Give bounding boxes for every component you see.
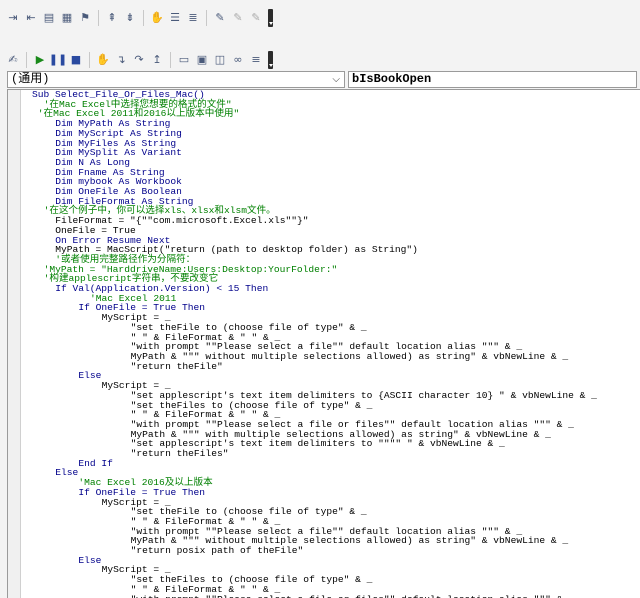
code-line[interactable]: "return theFiles" (32, 449, 597, 459)
toolbar-divider (143, 10, 144, 26)
call-stack-icon[interactable]: ≡ (249, 53, 263, 67)
code-line[interactable]: End If (32, 459, 597, 469)
break-icon[interactable]: ❚❚ (49, 53, 67, 67)
toolbar-divider (206, 10, 207, 26)
code-line[interactable]: "return theFile" (32, 361, 597, 372)
step-out-icon[interactable]: ↥ (150, 53, 164, 67)
outdent-icon[interactable]: ⇤ (24, 11, 38, 25)
object-combo[interactable]: (通用) ⌵ (7, 71, 345, 88)
debug-toolbar: ✍ ▶ ❚❚ ■ ✋ ↴ ↷ ↥ ▭ ▣ ◫ ∞ ≡ (0, 49, 640, 71)
object-combo-value: (通用) (11, 72, 50, 86)
code-line[interactable]: "set theFile to (choose file of type" & … (32, 323, 597, 333)
immediate-window-icon[interactable]: ▣ (195, 53, 209, 67)
indent-icon[interactable]: ⇥ (6, 11, 20, 25)
toolbar-options-icon[interactable] (268, 51, 273, 69)
prev-bookmark-icon[interactable]: ⇞ (105, 11, 119, 25)
toolbar-divider (89, 52, 90, 68)
design-mode-icon[interactable]: ✍ (6, 53, 20, 67)
chevron-down-icon[interactable]: ⌵ (332, 72, 340, 87)
watch-window-icon[interactable]: ◫ (213, 53, 227, 67)
code-line[interactable]: "return posix path of theFile" (32, 546, 597, 556)
toolbar-options-icon[interactable] (268, 9, 273, 27)
code-line[interactable]: "set theFile to (choose file of type" & … (32, 507, 597, 517)
step-over-icon[interactable]: ✎ (249, 11, 263, 25)
toggle-breakpoint-icon[interactable]: ✎ (213, 11, 227, 25)
quick-watch-icon[interactable]: ∞ (231, 53, 245, 67)
breakpoint-icon[interactable]: ✋ (96, 53, 110, 67)
procedure-combo-value: bIsBookOpen (352, 72, 432, 86)
margin-indicator-bar[interactable] (8, 90, 21, 598)
code-line[interactable]: "with prompt ""Please select a file or f… (32, 594, 597, 598)
procedure-combo[interactable]: bIsBookOpen (348, 71, 637, 88)
list-constants-icon[interactable]: ≣ (186, 11, 200, 25)
step-icon[interactable]: ✎ (231, 11, 245, 25)
edit-toolbar: ⇥ ⇤ ▤ ▦ ⚑ ⇞ ⇟ ✋ ☰ ≣ ✎ ✎ ✎ (0, 7, 640, 29)
code-line[interactable]: "set theFiles to (choose file of type" &… (32, 400, 597, 411)
run-icon[interactable]: ▶ (33, 53, 47, 67)
bookmark-icon[interactable]: ⚑ (78, 11, 92, 25)
step-into-icon[interactable]: ↴ (114, 53, 128, 67)
list-properties-icon[interactable]: ☰ (168, 11, 182, 25)
toolbar-divider (26, 52, 27, 68)
locals-window-icon[interactable]: ▭ (177, 53, 191, 67)
uncomment-icon[interactable]: ▦ (60, 11, 74, 25)
next-bookmark-icon[interactable]: ⇟ (123, 11, 137, 25)
reset-icon[interactable]: ■ (69, 53, 83, 67)
code-editor[interactable]: Sub Select_File_Or_Files_Mac() '在Mac Exce… (7, 89, 640, 598)
code-line[interactable]: MyPath & """ without multiple selections… (32, 352, 597, 362)
code-line[interactable]: "set theFiles to (choose file of type" &… (32, 575, 597, 585)
hand-icon[interactable]: ✋ (150, 11, 164, 25)
step-over-icon[interactable]: ↷ (132, 53, 146, 67)
toolbar-divider (170, 52, 171, 68)
code-line[interactable]: "set applescript's text item delimiters … (32, 439, 597, 449)
toolbar-divider (98, 10, 99, 26)
comment-icon[interactable]: ▤ (42, 11, 56, 25)
code-text[interactable]: Sub Select_File_Or_Files_Mac() '在Mac Exce… (32, 90, 597, 598)
code-line[interactable]: MyPath & """ without multiple selections… (32, 536, 597, 546)
